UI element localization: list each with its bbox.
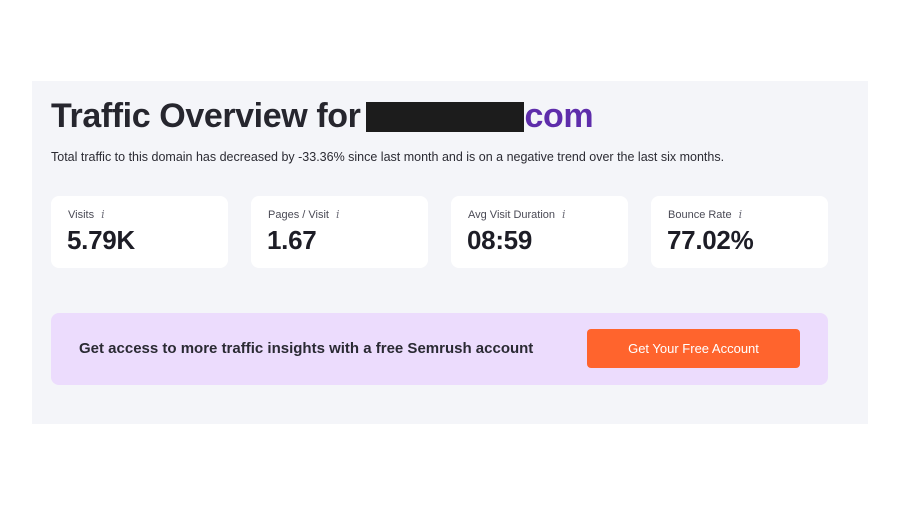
metric-label-row: Pages / Visit i <box>268 208 339 221</box>
metric-label: Pages / Visit <box>268 208 329 221</box>
domain-suffix: com <box>524 97 594 135</box>
metric-value: 77.02% <box>667 225 754 255</box>
page-title: Traffic Overview for com <box>51 97 594 136</box>
metric-label: Visits <box>68 208 95 221</box>
metric-label-row: Visits i <box>68 208 105 221</box>
metric-label: Bounce Rate <box>668 208 732 221</box>
title-prefix: Traffic Overview for <box>51 97 361 135</box>
metric-value: 1.67 <box>267 225 317 255</box>
metric-card-visits: Visits i 5.79K <box>51 196 228 268</box>
info-icon[interactable]: i <box>562 208 566 221</box>
metric-label: Avg Visit Duration <box>468 208 556 221</box>
metric-card-bounce-rate: Bounce Rate i 77.02% <box>651 196 828 268</box>
metric-card-pages-per-visit: Pages / Visit i 1.67 <box>251 196 428 268</box>
info-icon[interactable]: i <box>101 208 105 221</box>
get-free-account-button[interactable]: Get Your Free Account <box>587 329 800 368</box>
metric-value: 5.79K <box>67 225 135 255</box>
metric-label-row: Avg Visit Duration i <box>468 208 566 221</box>
traffic-summary-text: Total traffic to this domain has decreas… <box>51 150 725 164</box>
metric-label-row: Bounce Rate i <box>668 208 742 221</box>
metric-value: 08:59 <box>467 225 532 255</box>
info-icon[interactable]: i <box>336 208 340 221</box>
traffic-overview-panel: Traffic Overview for com Total traffic t… <box>32 81 868 424</box>
info-icon[interactable]: i <box>739 208 743 221</box>
redacted-domain-block <box>366 101 525 132</box>
metric-card-avg-visit-duration: Avg Visit Duration i 08:59 <box>451 196 628 268</box>
signup-banner: Get access to more traffic insights with… <box>51 313 828 385</box>
banner-text: Get access to more traffic insights with… <box>79 340 534 357</box>
